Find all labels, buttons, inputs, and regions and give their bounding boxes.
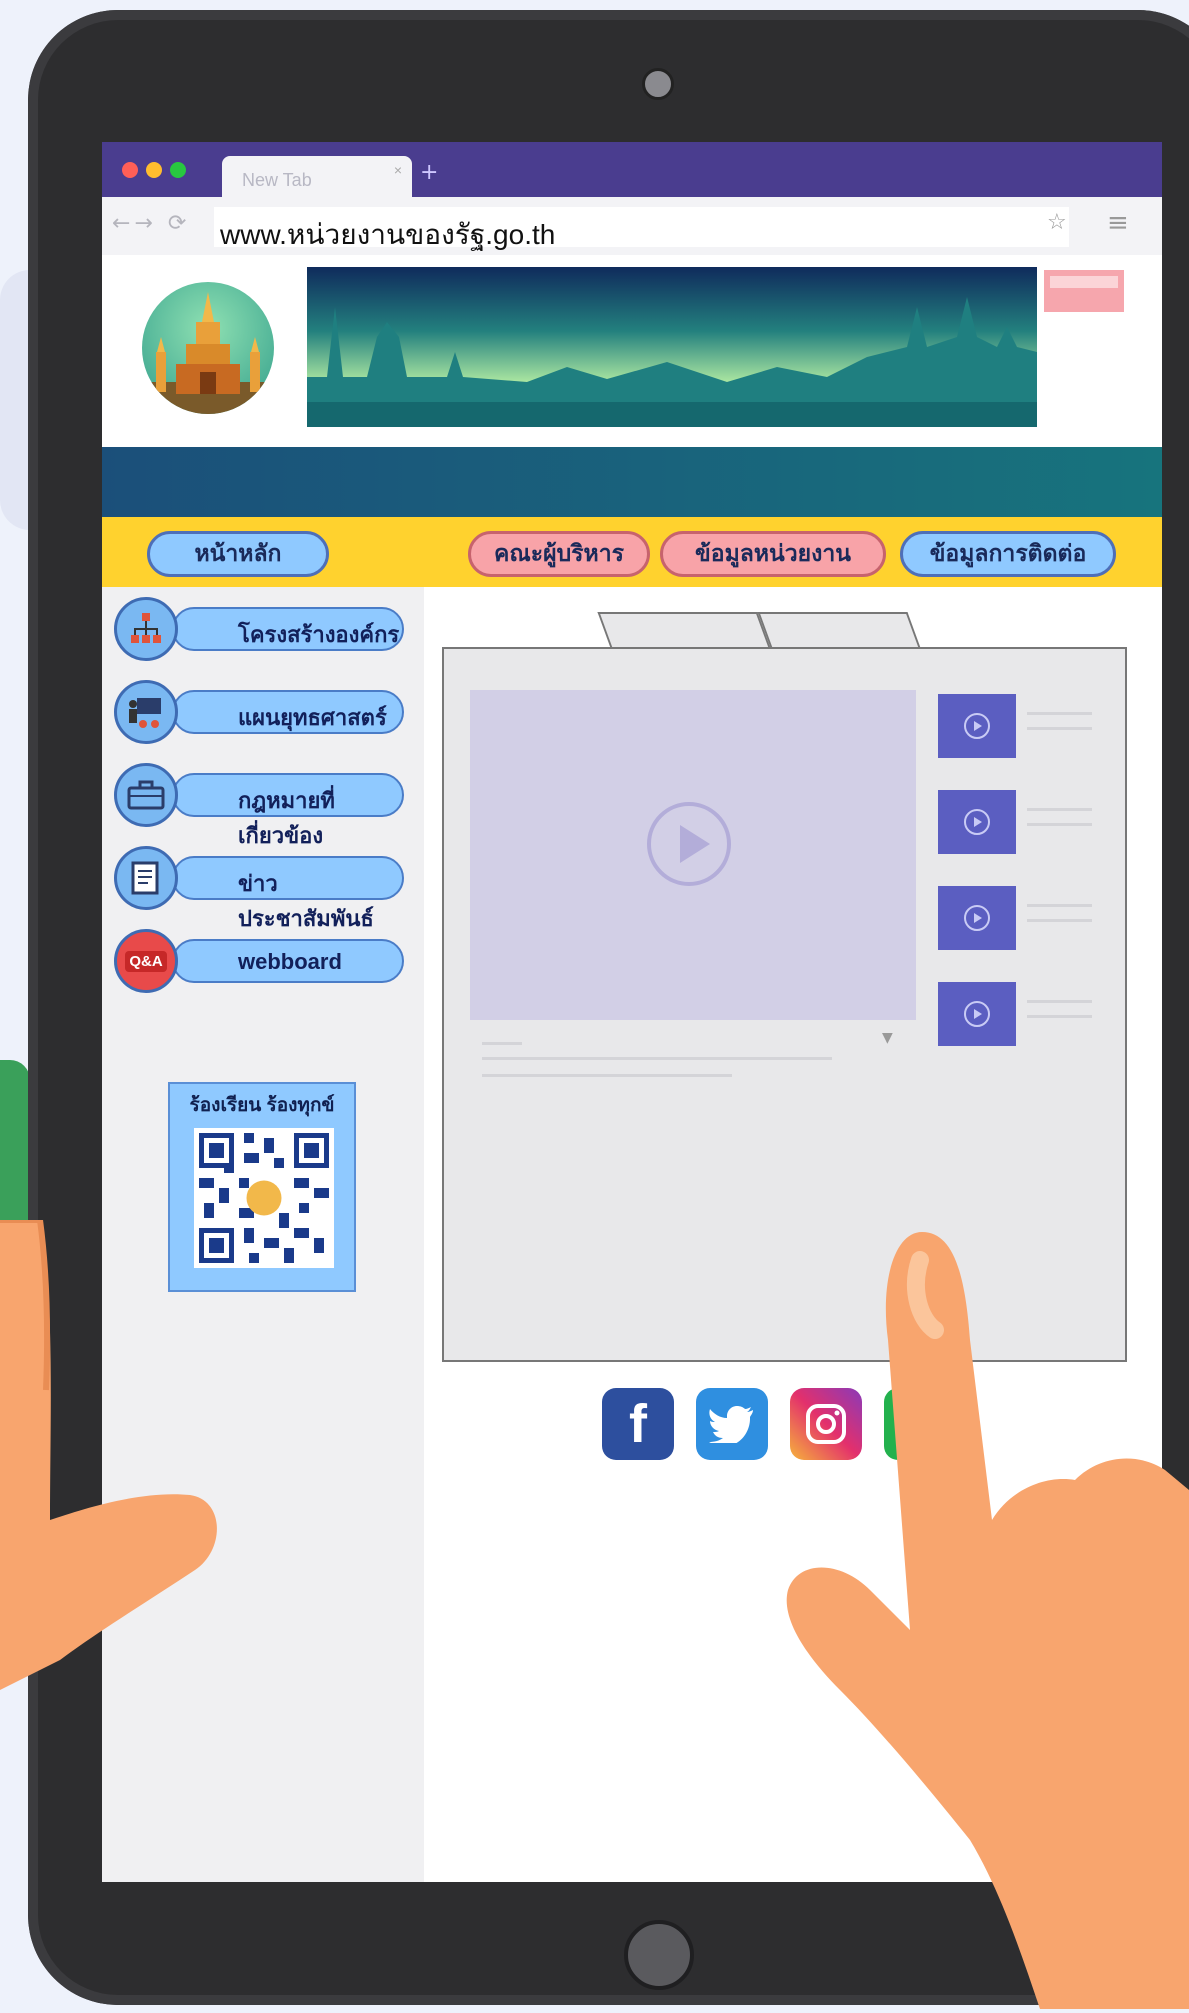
content-tab-2[interactable] xyxy=(757,612,921,648)
maximize-window-icon[interactable] xyxy=(170,162,186,178)
thumbnail-caption-line xyxy=(1027,904,1092,907)
temple-skyline-image xyxy=(307,297,1037,427)
sidebar-item-strategy[interactable]: แผนยุทธศาสตร์ xyxy=(172,690,404,734)
header-strip xyxy=(102,447,1162,517)
close-window-icon[interactable] xyxy=(122,162,138,178)
play-triangle-icon xyxy=(680,825,710,863)
thumbnail-caption-line xyxy=(1027,1015,1092,1018)
nav-executives[interactable]: คณะผู้บริหาร xyxy=(468,531,650,577)
newspaper-icon xyxy=(114,846,178,910)
thumbnail-caption-line xyxy=(1027,1000,1092,1003)
thumbnail-play-icon xyxy=(964,809,990,835)
sidebar-item-laws[interactable]: กฎหมายที่เกี่ยวข้อง xyxy=(172,773,404,848)
org-chart-icon xyxy=(114,597,178,661)
video-thumbnail[interactable] xyxy=(938,886,1016,950)
complaint-title: ร้องเรียน ร้องทุกข์ xyxy=(189,1095,335,1116)
briefcase-icon xyxy=(114,763,178,827)
thumbnail-play-icon xyxy=(964,713,990,739)
address-bar: ←→ ⟳ www.หน่วยงานของรัฐ.go.th xyxy=(102,197,1162,255)
video-caption-line xyxy=(482,1074,732,1077)
nav-home[interactable]: หน้าหลัก xyxy=(147,531,329,577)
content-tab-1[interactable] xyxy=(597,612,771,648)
browser-tab[interactable]: New Tab × xyxy=(222,156,412,197)
sidebar-item-label: กฎหมายที่เกี่ยวข้อง xyxy=(238,788,335,848)
thumbnail-caption-line xyxy=(1027,919,1092,922)
minimize-window-icon[interactable] xyxy=(146,162,162,178)
new-tab-icon[interactable]: + xyxy=(420,160,438,185)
video-thumbnail[interactable] xyxy=(938,694,1016,758)
sidebar-item-news[interactable]: ข่าวประชาสัมพันธ์ xyxy=(172,856,404,931)
sidebar-item-label: โครงสร้างองค์กร xyxy=(238,622,400,647)
sidebar-item-label: webboard xyxy=(238,949,342,974)
thumbnail-play-icon xyxy=(964,1001,990,1027)
right-hand xyxy=(770,1230,1189,2009)
camera-icon xyxy=(642,68,674,100)
strategy-plan-icon xyxy=(114,680,178,744)
twitter-icon[interactable] xyxy=(696,1388,768,1460)
sidebar-item-label: ข่าวประชาสัมพันธ์ xyxy=(238,871,374,931)
browser-menu-icon[interactable]: ≡ xyxy=(1107,208,1129,238)
home-button[interactable] xyxy=(624,1920,694,1990)
video-caption-line xyxy=(482,1042,522,1045)
tab-close-icon[interactable]: × xyxy=(394,162,402,178)
sidebar-item-structure[interactable]: โครงสร้างองค์กร xyxy=(172,607,404,651)
video-thumbnail[interactable] xyxy=(938,790,1016,854)
navigation-icons[interactable]: ←→ ⟳ xyxy=(112,211,190,236)
dropdown-chevron-icon[interactable]: ▼ xyxy=(882,1030,893,1046)
tab-title: New Tab xyxy=(242,170,312,190)
qa-badge-label: Q&A xyxy=(125,950,167,972)
facebook-icon[interactable]: f xyxy=(602,1388,674,1460)
header-banner xyxy=(307,267,1037,427)
background-shape-green xyxy=(0,1060,30,1240)
thumbnail-caption-line xyxy=(1027,823,1092,826)
sidebar-item-webboard[interactable]: webboard xyxy=(172,939,404,983)
thumbnail-play-icon xyxy=(964,905,990,931)
thumbnail-caption-line xyxy=(1027,727,1092,730)
video-thumbnail[interactable] xyxy=(938,982,1016,1046)
nav-agency-info[interactable]: ข้อมูลหน่วยงาน xyxy=(660,531,886,577)
thumbnail-caption-line xyxy=(1027,712,1092,715)
nav-contact[interactable]: ข้อมูลการติดต่อ xyxy=(900,531,1116,577)
bookmark-star-icon[interactable]: ☆ xyxy=(1047,210,1067,235)
main-navigation: หน้าหลัก คณะผู้บริหาร ข้อมูลหน่วยงาน ข้อ… xyxy=(102,517,1162,587)
temple-logo-icon xyxy=(142,292,274,414)
header-button[interactable] xyxy=(1044,270,1124,312)
url-field[interactable]: www.หน่วยงานของรัฐ.go.th xyxy=(214,207,1069,250)
sidebar-item-label: แผนยุทธศาสตร์ xyxy=(238,705,387,730)
qa-chat-icon: Q&A xyxy=(114,929,178,993)
site-logo[interactable] xyxy=(142,282,274,414)
left-hand xyxy=(0,1217,230,1780)
video-caption-line xyxy=(482,1057,832,1060)
browser-tab-bar: New Tab × + xyxy=(102,142,1162,197)
thumbnail-caption-line xyxy=(1027,808,1092,811)
